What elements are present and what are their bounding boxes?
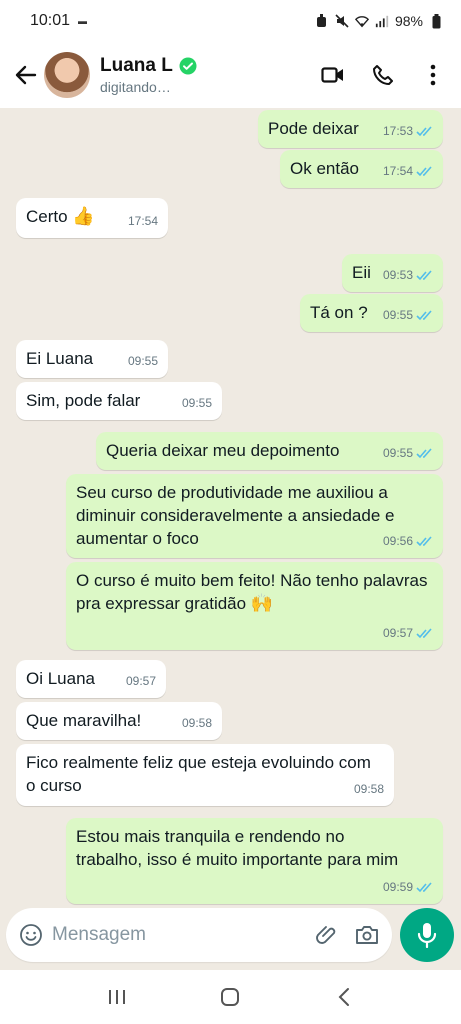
read-check-icon [416, 166, 432, 177]
thumbs-up-emoji: 👍 [72, 206, 95, 226]
avatar[interactable] [44, 52, 90, 98]
status-bar: 10:01 ▬ 98% [0, 0, 461, 42]
chat-header: Luana L digitando… [0, 42, 461, 108]
read-check-icon [416, 882, 432, 893]
message-time: 17:54 [382, 164, 413, 178]
verified-badge-icon [179, 57, 197, 75]
message-meta: 09:57 [383, 622, 433, 645]
video-call-icon[interactable] [321, 63, 345, 87]
camera-icon[interactable] [354, 922, 380, 948]
message-text: Ok então [290, 159, 359, 178]
message-outgoing[interactable]: O curso é muito bem feito! Não tenho pal… [66, 562, 443, 650]
message-outgoing[interactable]: Seu curso de produtividade me auxiliou a… [66, 474, 443, 558]
message-time: 09:53 [382, 268, 413, 282]
emoji-icon[interactable] [18, 922, 44, 948]
message-incoming[interactable]: Ei Luana 09:55 [16, 340, 168, 378]
mic-button[interactable] [400, 908, 454, 962]
message-outgoing[interactable]: Eii 09:53 [342, 254, 443, 292]
message-text: Tá on ? [310, 303, 368, 322]
attach-icon[interactable] [314, 922, 340, 948]
status-time: 10:01 [30, 12, 71, 29]
system-nav-bar [0, 970, 461, 1024]
message-incoming[interactable]: Fico realmente feliz que esteja evoluind… [16, 744, 394, 806]
message-outgoing[interactable]: Tá on ? 09:55 [300, 294, 443, 332]
read-check-icon [416, 536, 432, 547]
recent-apps-icon[interactable] [103, 983, 131, 1011]
message-incoming[interactable]: Certo 👍 17:54 [16, 198, 168, 238]
message-time: 09:59 [382, 880, 413, 894]
contact-info[interactable]: Luana L digitando… [100, 55, 197, 95]
message-time: 09:55 [382, 308, 413, 322]
message-text: Certo [26, 207, 68, 226]
message-time: 09:56 [382, 534, 413, 548]
message-meta: 17:54 [383, 160, 433, 183]
message-meta: 17:53 [383, 120, 433, 143]
contact-name: Luana L [100, 55, 173, 76]
status-icons: 98% [315, 13, 443, 29]
message-time: 17:54 [127, 214, 158, 228]
alarm-icon [315, 14, 329, 28]
message-time: 09:57 [125, 674, 156, 688]
mute-icon [335, 14, 349, 28]
message-text: Pode deixar [268, 119, 359, 138]
battery-percent: 98% [394, 13, 423, 29]
battery-icon [429, 13, 443, 28]
message-outgoing[interactable]: Estou mais tranquila e rendendo no traba… [66, 818, 443, 904]
message-incoming[interactable]: Que maravilha! 09:58 [16, 702, 222, 740]
message-outgoing[interactable]: Pode deixar 17:53 [258, 110, 443, 148]
message-meta: 09:59 [383, 876, 433, 899]
message-meta: 09:53 [383, 264, 433, 287]
read-check-icon [416, 628, 432, 639]
message-time: 09:55 [181, 396, 212, 410]
message-meta: 09:55 [383, 304, 433, 327]
contact-name-row: Luana L [100, 55, 197, 77]
message-text: Que maravilha! [26, 711, 142, 730]
message-time: 17:53 [382, 124, 413, 138]
message-text: Ei Luana [26, 349, 94, 368]
message-text: Queria deixar meu depoimento [106, 441, 340, 460]
message-meta: 09:55 [383, 442, 433, 465]
raised-hands-emoji: 🙌 [250, 593, 274, 613]
back-arrow-icon[interactable] [12, 61, 40, 89]
header-actions [321, 63, 449, 87]
message-text: Seu curso de produtividade me auxiliou a… [76, 483, 395, 548]
message-time: 09:57 [382, 626, 413, 640]
message-time: 09:55 [382, 446, 413, 460]
message-time: 09:58 [353, 782, 384, 796]
chat-area[interactable]: Pode deixar 17:53 Ok então 17:54 Certo 👍… [0, 108, 461, 970]
back-icon[interactable] [330, 983, 358, 1011]
message-outgoing[interactable]: Ok então 17:54 [280, 150, 443, 188]
mic-icon [417, 923, 437, 948]
message-text: Sim, pode falar [26, 391, 141, 410]
message-meta: 09:56 [383, 530, 433, 553]
message-incoming[interactable]: Sim, pode falar 09:55 [16, 382, 222, 420]
notification-icon: ▬ [78, 16, 88, 26]
voice-call-icon[interactable] [371, 63, 395, 87]
read-check-icon [416, 270, 432, 281]
message-text: Eii [352, 263, 371, 282]
message-time: 09:55 [127, 354, 158, 368]
read-check-icon [416, 448, 432, 459]
read-check-icon [416, 126, 432, 137]
home-icon[interactable] [216, 983, 244, 1011]
signal-icon [375, 14, 389, 28]
message-text: Estou mais tranquila e rendendo no traba… [76, 827, 399, 869]
more-options-icon[interactable] [421, 63, 445, 87]
message-text: Oi Luana [26, 669, 95, 688]
message-outgoing[interactable]: Queria deixar meu depoimento 09:55 [96, 432, 443, 470]
contact-status: digitando… [100, 79, 171, 95]
message-incoming[interactable]: Oi Luana 09:57 [16, 660, 166, 698]
read-check-icon [416, 310, 432, 321]
message-input[interactable] [52, 924, 314, 946]
wifi-icon [354, 14, 369, 28]
message-composer [6, 908, 392, 962]
message-time: 09:58 [181, 716, 212, 730]
message-text: Fico realmente feliz que esteja evoluind… [26, 753, 371, 795]
